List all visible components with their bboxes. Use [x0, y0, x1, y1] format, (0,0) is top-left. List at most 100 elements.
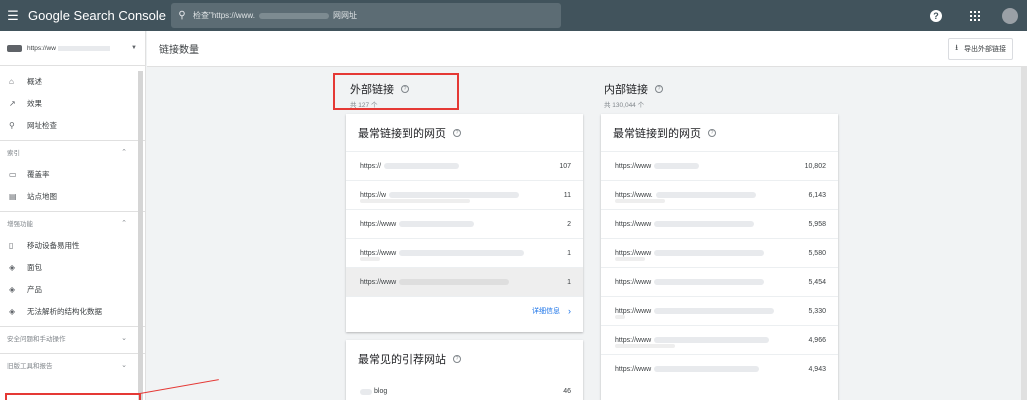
row-url: https://www — [615, 249, 652, 257]
sidebar-item-coverage[interactable]: ▭ 覆盖率 — [0, 163, 145, 185]
redacted-text — [654, 250, 765, 256]
apps-grid-icon[interactable] — [970, 10, 980, 21]
trend-icon: ↗ — [9, 98, 16, 108]
row-url: https://www — [615, 278, 652, 286]
card-title: 最常见的引荐网站 — [358, 353, 446, 366]
sidebar-item-performance[interactable]: ↗ 效果 — [0, 92, 145, 114]
layers-icon: ◈ — [9, 262, 16, 272]
sidebar-item-products[interactable]: ◈ 产品 — [0, 278, 145, 300]
table-row[interactable]: https://www 1 — [346, 238, 583, 267]
redacted-text — [655, 192, 756, 198]
sidebar-item-sitemaps[interactable]: ▤ 站点地图 — [0, 185, 145, 207]
sidebar-item-breadcrumbs[interactable]: ◈ 面包 — [0, 256, 145, 278]
sidebar-scrollbar[interactable] — [138, 71, 143, 400]
help-icon[interactable]: ? — [930, 9, 942, 22]
sitemap-icon: ▤ — [9, 191, 17, 201]
redacted-text — [654, 279, 765, 285]
search-placeholder-prefix: 检查"https://www. — [193, 11, 255, 20]
row-value: 2 — [567, 220, 571, 228]
chevron-right-icon: › — [568, 305, 571, 316]
redacted-text — [654, 337, 770, 343]
table-row[interactable]: https:// 107 — [346, 151, 583, 180]
redacted-text — [399, 221, 475, 227]
annotation-arrow — [139, 379, 219, 394]
row-url: https://www — [615, 220, 652, 228]
internal-top-pages-card: 最常链接到的网页 ? https://www 10,802 https://ww… — [601, 114, 838, 400]
row-url: https://www — [615, 307, 652, 315]
row-value: 4,966 — [808, 336, 826, 344]
search-placeholder-suffix: 网网址 — [332, 11, 357, 20]
row-value: 1 — [567, 278, 571, 286]
section-title: 索引 — [7, 150, 20, 157]
card-title: 最常链接到的网页 — [613, 127, 701, 140]
table-row[interactable]: https://www 10,802 — [601, 151, 838, 180]
external-top-pages-card: 最常链接到的网页 ? https:// 107 https://w 11 htt… — [346, 114, 583, 332]
help-icon[interactable]: ? — [655, 85, 663, 93]
row-value: 46 — [563, 388, 571, 395]
home-icon: ⌂ — [9, 76, 14, 86]
sidebar-item-overview[interactable]: ⌂ 概述 — [0, 70, 145, 92]
export-label: 导出外部链接 — [964, 45, 1006, 53]
internal-links-title: 内部链接 — [604, 84, 648, 96]
table-row[interactable]: https://www 5,454 — [601, 267, 838, 296]
hamburger-menu-icon[interactable]: ☰ — [0, 0, 26, 31]
details-link[interactable]: 详细信息 › — [346, 296, 583, 324]
section-index[interactable]: 索引 ⌃ — [0, 140, 145, 163]
redacted-text — [360, 257, 380, 261]
sidebar-item-label: 效果 — [27, 98, 42, 108]
main-scrollbar[interactable] — [1021, 67, 1027, 400]
section-legacy-tools[interactable]: 旧版工具和报告 ⌄ — [0, 353, 145, 376]
section-enhancements[interactable]: 增强功能 ⌃ — [0, 211, 145, 234]
row-value: 5,454 — [808, 278, 826, 286]
table-row[interactable]: blog 46 — [346, 377, 583, 400]
table-row[interactable]: https://www 5,580 — [601, 238, 838, 267]
search-icon: ⚲ — [9, 120, 15, 130]
layers-icon: ◈ — [9, 306, 16, 316]
row-value: 4,943 — [808, 365, 826, 373]
row-value: 1 — [567, 249, 571, 257]
section-title: 增强功能 — [7, 221, 33, 228]
table-row[interactable]: https://w 11 — [346, 180, 583, 209]
export-external-links-button[interactable]: ⭳ 导出外部链接 — [948, 37, 1013, 60]
redacted-text — [258, 12, 329, 19]
highlight-frame — [333, 73, 459, 110]
sidebar-item-label: 无法解析的结构化数据 — [27, 306, 102, 316]
sidebar-item-label: 面包 — [27, 262, 42, 272]
sidebar-item-unparsable-data[interactable]: ◈ 无法解析的结构化数据 — [0, 300, 145, 322]
table-row[interactable]: https://www 1 — [346, 267, 583, 296]
sidebar-item-mobile-usability[interactable]: ▯ 移动设备易用性 — [0, 234, 145, 256]
redacted-text — [615, 199, 665, 203]
help-icon[interactable]: ? — [708, 128, 716, 137]
table-row[interactable]: https://www 5,330 — [601, 296, 838, 325]
redacted-text — [654, 366, 760, 372]
chevron-down-icon: ⌄ — [121, 335, 127, 342]
sidebar-item-url-inspection[interactable]: ⚲ 网址检查 — [0, 114, 145, 136]
table-row[interactable]: https://www 2 — [346, 209, 583, 238]
page-header: 链接数量 ⭳ 导出外部链接 — [147, 31, 1027, 67]
search-input[interactable]: ⚲ 检查"https://www. 网网址 — [171, 3, 561, 28]
mobile-icon: ▯ — [9, 240, 14, 250]
avatar[interactable] — [1002, 7, 1018, 24]
help-icon[interactable]: ? — [453, 128, 461, 137]
property-selector[interactable]: https://ww ▼ — [0, 31, 145, 66]
table-row[interactable]: https://www 4,943 — [601, 354, 838, 383]
sidebar-item-label: 产品 — [27, 284, 42, 294]
table-row[interactable]: https://www 5,958 — [601, 209, 838, 238]
row-value: 5,330 — [808, 307, 826, 315]
row-url: https://www — [360, 278, 397, 286]
internal-links-header: 内部链接 ? 共 130,044 个 — [604, 81, 663, 109]
redacted-text — [399, 279, 510, 285]
table-row[interactable]: https://www 4,966 — [601, 325, 838, 354]
sidebar-item-label: 网址检查 — [27, 120, 57, 130]
sidebar-item-label: 移动设备易用性 — [27, 240, 80, 250]
card-title: 最常链接到的网页 — [358, 127, 446, 140]
help-icon[interactable]: ? — [453, 354, 461, 363]
app-logo[interactable]: Google Search Console — [28, 8, 170, 23]
row-url: https://www — [615, 365, 652, 373]
row-value: 10,802 — [804, 162, 826, 170]
table-row[interactable]: https://www. 6,143 — [601, 180, 838, 209]
section-security[interactable]: 安全问题和手动操作 ⌄ — [0, 326, 145, 349]
row-value: 5,580 — [808, 249, 826, 257]
redacted-text — [615, 257, 645, 261]
row-url: https://w — [360, 191, 387, 199]
